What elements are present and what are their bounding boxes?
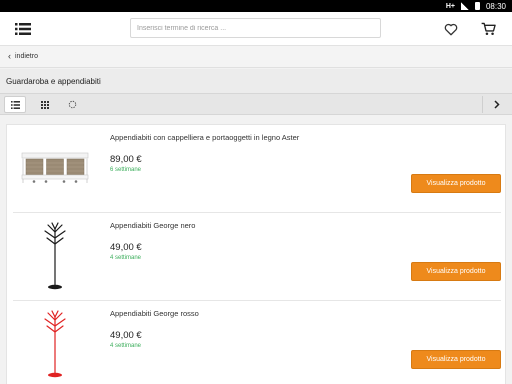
search-input[interactable] [130,18,381,38]
grid-view-icon[interactable] [34,96,56,113]
product-item[interactable]: Appendiabiti George rosso 49,00 € 4 sett… [7,301,507,384]
loading-icon[interactable] [61,96,83,113]
product-name[interactable]: Appendiabiti George nero [110,221,195,230]
back-label: indietro [15,53,38,60]
status-bar: H+ 08:30 [0,0,512,12]
list-view-icon[interactable] [4,96,26,113]
chevron-left-icon: ‹ [8,51,11,61]
network-type: H+ [445,2,455,10]
product-image-wall-shelf[interactable] [13,129,97,207]
product-image-red-coat-stand[interactable] [13,305,97,383]
product-price: 89,00 € [110,154,142,165]
view-toolbar [0,93,512,115]
delivery-time: 6 settimane [110,167,142,173]
category-title: Guardaroba e appendiabiti [6,76,101,86]
toolbar-divider [482,96,483,113]
list-menu-icon[interactable] [10,19,36,39]
product-image-black-coat-stand[interactable] [13,217,97,295]
back-link[interactable]: ‹ indietro [0,46,512,68]
view-product-button[interactable]: Visualizza prodotto [411,350,501,369]
product-list: Appendiabiti con cappelliera e portaogge… [6,124,506,384]
battery-icon [474,2,480,10]
product-item[interactable]: Appendiabiti George nero 49,00 € 4 setti… [7,213,507,301]
product-name[interactable]: Appendiabiti con cappelliera e portaogge… [110,133,299,142]
category-title-bar: Guardaroba e appendiabiti [0,69,512,93]
product-price: 49,00 € [110,330,142,341]
top-bar [0,12,512,46]
product-price: 49,00 € [110,242,142,253]
signal-icon [460,2,469,10]
delivery-time: 4 settimane [110,343,142,349]
view-product-button[interactable]: Visualizza prodotto [411,174,501,193]
cart-icon[interactable] [478,19,498,39]
delivery-time: 4 settimane [110,255,142,261]
chevron-right-icon[interactable] [484,96,510,113]
clock: 08:30 [485,1,506,11]
product-item[interactable]: Appendiabiti con cappelliera e portaogge… [7,125,507,213]
heart-icon[interactable] [441,19,461,39]
product-name[interactable]: Appendiabiti George rosso [110,309,199,318]
view-product-button[interactable]: Visualizza prodotto [411,262,501,281]
